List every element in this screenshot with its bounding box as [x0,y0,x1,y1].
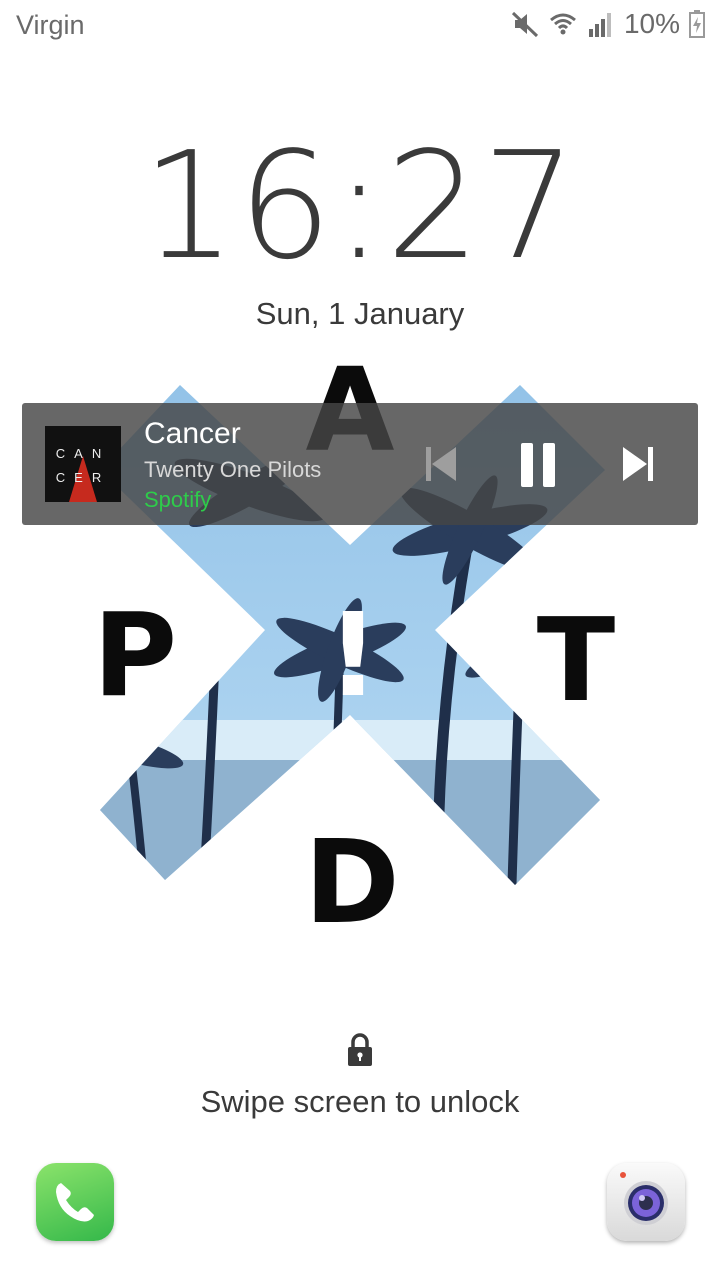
previous-icon [426,447,456,481]
battery-percent: 10% [623,8,680,39]
wallpaper-letter-exclaim: ! [327,589,379,723]
next-icon [623,447,653,481]
signal-icon [586,9,616,39]
camera-shortcut[interactable] [607,1163,685,1241]
mute-icon [510,9,540,39]
swipe-to-unlock-hint: Swipe screen to unlock [200,1084,520,1119]
lock-icon [345,1032,375,1068]
lockscreen-clock: 16:27 [141,120,579,292]
phone-shortcut[interactable] [36,1163,114,1241]
source-app-name: Spotify [144,487,212,512]
previous-button[interactable] [418,441,464,487]
next-button[interactable] [615,441,661,487]
carrier-name: Virgin [16,10,85,40]
camera-icon [620,1172,668,1225]
wallpaper-letter-t: T [537,594,615,728]
wifi-icon [548,9,578,39]
album-art-line-1: CAN [55,446,111,461]
album-art-line-2: CER [55,470,111,485]
battery-charging-icon [688,9,706,39]
status-bar: Virgin 10% [0,0,720,50]
status-icons: 10% [510,8,706,40]
album-art[interactable]: CAN CER [45,426,121,502]
pause-icon [521,443,555,487]
song-title: Cancer [144,417,241,450]
wallpaper-letter-p: P [93,589,177,723]
music-notification[interactable]: CAN CER Cancer Twenty One Pilots Spotify [22,403,698,525]
pause-button[interactable] [515,441,561,487]
lockscreen-date: Sun, 1 January [255,296,465,331]
phone-icon [56,1183,94,1222]
wallpaper-letter-d: D [304,816,399,950]
artist-name: Twenty One Pilots [144,457,322,482]
